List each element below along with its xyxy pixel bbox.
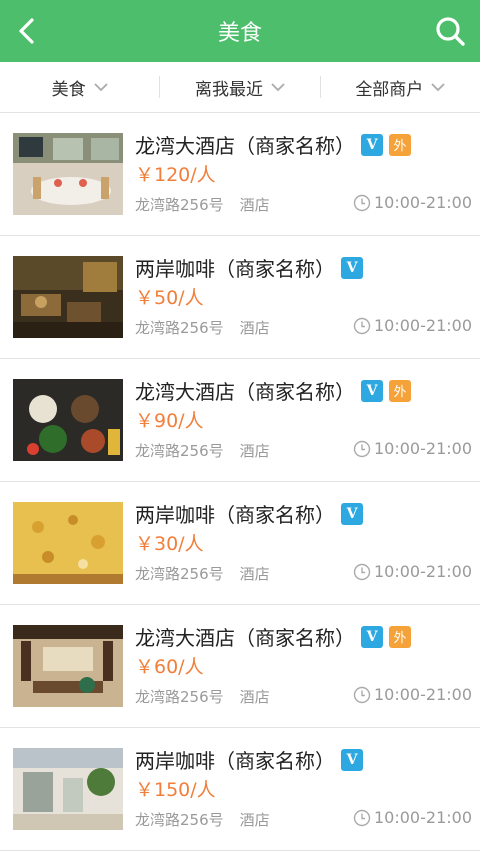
address-row: 龙湾路256号 酒店 xyxy=(135,686,270,707)
category: 酒店 xyxy=(239,688,270,706)
merchant-name-row: 两岸咖啡（商家名称） V xyxy=(135,253,363,282)
address-row: 龙湾路256号 酒店 xyxy=(135,440,270,461)
hours-row: 10:00-21:00 xyxy=(353,685,472,704)
price: ￥90/人 xyxy=(135,410,204,432)
takeout-badge: 外 xyxy=(389,625,411,648)
filter-distance[interactable]: 离我最近 xyxy=(160,75,319,100)
food-photo xyxy=(13,379,123,461)
cafe-photo xyxy=(13,256,123,338)
merchant-name: 龙湾大酒店（商家名称） xyxy=(135,380,355,404)
price: ￥50/人 xyxy=(135,287,204,309)
address: 龙湾路256号 xyxy=(135,319,224,337)
merchant-name-row: 龙湾大酒店（商家名称） V 外 xyxy=(135,130,411,159)
merchant-name: 两岸咖啡（商家名称） xyxy=(135,257,335,281)
verified-badge: V xyxy=(361,625,383,648)
clock-icon xyxy=(353,194,371,211)
opening-hours: 10:00-21:00 xyxy=(374,193,472,212)
takeout-badge: 外 xyxy=(389,379,411,402)
chevron-down-icon xyxy=(431,82,445,91)
category: 酒店 xyxy=(239,196,270,214)
merchant-name-row: 龙湾大酒店（商家名称） V 外 xyxy=(135,376,411,405)
hours-row: 10:00-21:00 xyxy=(353,316,472,335)
list-item[interactable]: 龙湾大酒店（商家名称） V 外 ￥120/人 龙湾路256号 酒店 10:00-2… xyxy=(0,113,480,236)
address: 龙湾路256号 xyxy=(135,196,224,214)
hours-row: 10:00-21:00 xyxy=(353,193,472,212)
restaurant-photo xyxy=(13,625,123,707)
price: ￥120/人 xyxy=(135,164,216,186)
verified-badge: V xyxy=(341,748,363,771)
category: 酒店 xyxy=(239,565,270,583)
opening-hours: 10:00-21:00 xyxy=(374,316,472,335)
list-item[interactable]: 两岸咖啡（商家名称） V ￥50/人 龙湾路256号 酒店 10:00-21:00 xyxy=(0,236,480,359)
merchant-name-row: 两岸咖啡（商家名称） V xyxy=(135,499,363,528)
merchant-name-row: 两岸咖啡（商家名称） V xyxy=(135,745,363,774)
restaurant-photo xyxy=(13,133,123,215)
list-item[interactable]: 两岸咖啡（商家名称） V ￥150/人 龙湾路256号 酒店 10:00-21:0… xyxy=(0,728,480,851)
verified-badge: V xyxy=(341,256,363,279)
category: 酒店 xyxy=(239,319,270,337)
clock-icon xyxy=(353,563,371,580)
takeout-badge: 外 xyxy=(389,133,411,156)
clock-icon xyxy=(353,317,371,334)
hours-row: 10:00-21:00 xyxy=(353,439,472,458)
clock-icon xyxy=(353,440,371,457)
merchant-list: 龙湾大酒店（商家名称） V 外 ￥120/人 龙湾路256号 酒店 10:00-2… xyxy=(0,113,480,851)
filter-bar: 美食 离我最近 全部商户 xyxy=(0,62,480,113)
list-item[interactable]: 龙湾大酒店（商家名称） V 外 ￥60/人 龙湾路256号 酒店 10:00-21… xyxy=(0,605,480,728)
app-header: 美食 xyxy=(0,0,480,62)
opening-hours: 10:00-21:00 xyxy=(374,439,472,458)
list-item[interactable]: 龙湾大酒店（商家名称） V 外 ￥90/人 龙湾路256号 酒店 10:00-21… xyxy=(0,359,480,482)
chevron-down-icon xyxy=(94,82,108,91)
page-title: 美食 xyxy=(217,21,262,46)
filter-merchant[interactable]: 全部商户 xyxy=(321,75,480,100)
merchant-name: 龙湾大酒店（商家名称） xyxy=(135,134,355,158)
address-row: 龙湾路256号 酒店 xyxy=(135,563,270,584)
opening-hours: 10:00-21:00 xyxy=(374,562,472,581)
merchant-name: 龙湾大酒店（商家名称） xyxy=(135,626,355,650)
merchant-name: 两岸咖啡（商家名称） xyxy=(135,749,335,773)
price: ￥150/人 xyxy=(135,779,216,801)
hours-row: 10:00-21:00 xyxy=(353,808,472,827)
list-item[interactable]: 两岸咖啡（商家名称） V ￥30/人 龙湾路256号 酒店 10:00-21:00 xyxy=(0,482,480,605)
merchant-name-row: 龙湾大酒店（商家名称） V 外 xyxy=(135,622,411,651)
chevron-down-icon xyxy=(271,82,285,91)
opening-hours: 10:00-21:00 xyxy=(374,808,472,827)
filter-category[interactable]: 美食 xyxy=(0,75,159,100)
address: 龙湾路256号 xyxy=(135,688,224,706)
verified-badge: V xyxy=(361,379,383,402)
merchant-name: 两岸咖啡（商家名称） xyxy=(135,503,335,527)
address-row: 龙湾路256号 酒店 xyxy=(135,194,270,215)
clock-icon xyxy=(353,809,371,826)
hours-row: 10:00-21:00 xyxy=(353,562,472,581)
filter-label: 全部商户 xyxy=(355,79,424,100)
category: 酒店 xyxy=(239,811,270,829)
filter-label: 美食 xyxy=(51,79,86,100)
verified-badge: V xyxy=(341,502,363,525)
opening-hours: 10:00-21:00 xyxy=(374,685,472,704)
search-icon[interactable] xyxy=(432,13,468,49)
back-icon[interactable] xyxy=(10,13,46,49)
price: ￥30/人 xyxy=(135,533,204,555)
verified-badge: V xyxy=(361,133,383,156)
filter-label: 离我最近 xyxy=(194,79,263,100)
address-row: 龙湾路256号 酒店 xyxy=(135,317,270,338)
pizza-photo xyxy=(13,502,123,584)
price: ￥60/人 xyxy=(135,656,204,678)
address: 龙湾路256号 xyxy=(135,811,224,829)
storefront-photo xyxy=(13,748,123,830)
address-row: 龙湾路256号 酒店 xyxy=(135,809,270,830)
category: 酒店 xyxy=(239,442,270,460)
address: 龙湾路256号 xyxy=(135,565,224,583)
clock-icon xyxy=(353,686,371,703)
address: 龙湾路256号 xyxy=(135,442,224,460)
